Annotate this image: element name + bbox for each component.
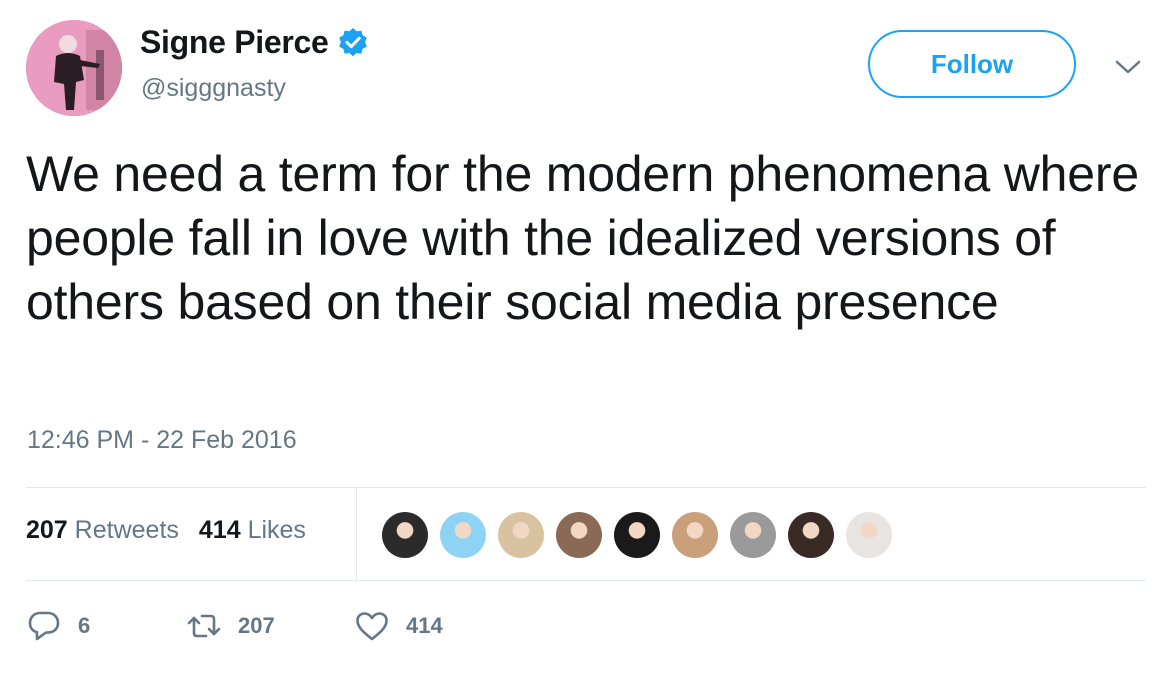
verified-badge-icon [338, 27, 367, 56]
likes-label: Likes [247, 516, 306, 544]
retweet-icon [187, 614, 221, 638]
retweet-count: 207 [238, 613, 275, 638]
author-handle[interactable]: @sigggnasty [141, 74, 286, 103]
avatar-image [26, 20, 122, 116]
reply-icon [28, 611, 60, 641]
liker-avatar-8[interactable] [788, 512, 834, 558]
retweet-button[interactable]: 207 [186, 608, 275, 644]
author-display-name[interactable]: Signe Pierce [140, 24, 329, 61]
retweets-stat[interactable]: 207 Retweets [26, 516, 179, 545]
tweet-timestamp[interactable]: 12:46 PM - 22 Feb 2016 [27, 426, 297, 455]
stats-vertical-divider [356, 488, 357, 580]
author-avatar[interactable] [26, 20, 122, 116]
retweets-label: Retweets [74, 516, 179, 544]
author-name-row: Signe Pierce [140, 24, 369, 61]
liker-avatar-4[interactable] [556, 512, 602, 558]
likes-stat[interactable]: 414 Likes [199, 516, 306, 545]
liker-avatar-3[interactable] [498, 512, 544, 558]
stats-top-divider [26, 487, 1146, 488]
liker-avatar-2[interactable] [440, 512, 486, 558]
liker-avatar-9[interactable] [846, 512, 892, 558]
reply-button[interactable]: 6 [26, 608, 90, 644]
follow-button[interactable]: Follow [868, 30, 1076, 98]
chevron-down-icon[interactable] [1113, 56, 1143, 78]
heart-icon [356, 612, 388, 641]
like-button[interactable]: 414 [354, 608, 443, 644]
retweets-count: 207 [26, 516, 68, 544]
liker-avatar-7[interactable] [730, 512, 776, 558]
liker-avatar-6[interactable] [672, 512, 718, 558]
tweet-stats: 207 Retweets 414 Likes [26, 516, 306, 545]
like-count: 414 [406, 613, 443, 638]
likes-count: 414 [198, 516, 241, 544]
reply-count: 6 [78, 613, 91, 638]
tweet-text: We need a term for the modern phenomena … [26, 146, 1139, 330]
tweet-actions: 6 207 414 [26, 608, 526, 648]
stats-bottom-divider [26, 580, 1146, 581]
liker-avatar-5[interactable] [614, 512, 660, 558]
liker-avatar-1[interactable] [382, 512, 428, 558]
liker-avatars [382, 512, 904, 558]
